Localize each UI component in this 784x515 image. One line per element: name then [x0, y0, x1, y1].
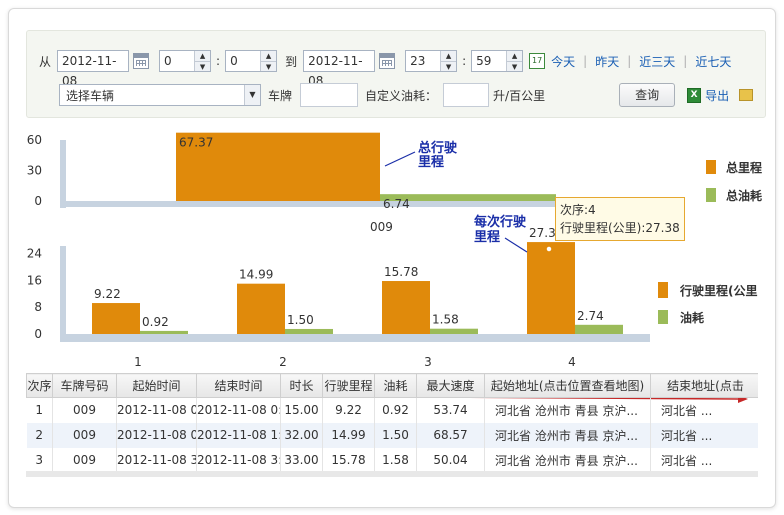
bar-trip-mileage[interactable] [527, 242, 575, 334]
legend-swatch-trip-mileage [658, 282, 668, 298]
annotation-pointer [504, 237, 528, 253]
data-label: 14.99 [239, 268, 273, 282]
y-tick-label: 30 [27, 164, 42, 178]
x-tick-label: 4 [568, 355, 576, 369]
column-header-duration[interactable]: 时长 [280, 373, 323, 398]
cell-duration: 33.00 [280, 447, 323, 473]
y-tick-label: 16 [27, 273, 42, 287]
cell-fuel: 0.92 [374, 397, 417, 423]
annotation-trip-mileage-line1: 每次行驶 [474, 214, 526, 230]
legend-total-fuel: 总油耗 [726, 188, 762, 203]
cell-end-address-link[interactable]: 河北省 ... [650, 447, 758, 473]
cell-start-address-link[interactable]: 河北省 沧州市 青县 京沪... [484, 397, 651, 423]
table-row[interactable]: 1 009 2012-11-08 0 2012-11-08 0:15: 15.0… [26, 397, 758, 423]
legend-trip-mileage: 行驶里程(公里 [679, 283, 758, 298]
y-axis-bar [60, 140, 66, 208]
legend-total-mileage: 总里程 [726, 160, 762, 175]
cell-end-time: 2012-11-08 1:05: [196, 422, 281, 448]
column-header-start-address[interactable]: 起始地址(点击位置查看地图) [484, 373, 651, 398]
cell-plate: 009 [52, 397, 117, 423]
cell-max-speed: 53.74 [416, 397, 485, 423]
cell-max-speed: 68.57 [416, 422, 485, 448]
x-axis-bar [60, 334, 650, 342]
x-tick-label: 2 [279, 355, 287, 369]
cell-start-time: 2012-11-08 0 [116, 397, 197, 423]
bar-tooltip: 次序:4 行驶里程(公里):27.38 [555, 197, 685, 241]
data-label: 15.78 [384, 265, 418, 279]
cell-order: 3 [26, 447, 53, 473]
legend-trip-fuel: 油耗 [680, 310, 704, 325]
column-header-mileage[interactable]: 行驶里程 [322, 373, 375, 398]
cell-plate: 009 [52, 422, 117, 448]
cell-fuel: 1.58 [374, 447, 417, 473]
annotation-total-mileage-line1: 总行驶 [418, 140, 457, 156]
data-label: 67.37 [179, 136, 213, 150]
cell-max-speed: 50.04 [416, 447, 485, 473]
bar-trip-fuel[interactable] [285, 328, 333, 334]
tooltip-mileage: 行驶里程(公里):27.38 [560, 221, 680, 235]
column-header-end-address[interactable]: 结束地址(点击 [650, 373, 758, 398]
y-tick-label: 60 [27, 133, 42, 147]
hover-marker [545, 245, 553, 253]
table-header-row: 次序 车牌号码 起始时间 结束时间 时长 行驶里程 油耗 最大速度 起始地址(点… [26, 373, 758, 398]
cell-duration: 32.00 [280, 422, 323, 448]
cell-start-address-link[interactable]: 河北省 沧州市 青县 京沪... [484, 422, 651, 448]
legend-swatch-trip-fuel [658, 310, 668, 324]
y-tick-label: 0 [34, 327, 42, 341]
data-label: 9.22 [94, 287, 121, 301]
cell-end-time: 2012-11-08 3:34: [196, 447, 281, 473]
cell-mileage: 9.22 [322, 397, 375, 423]
x-tick-label: 3 [424, 355, 432, 369]
column-header-start-time[interactable]: 起始时间 [116, 373, 197, 398]
annotation-trip-mileage-line2: 里程 [474, 230, 500, 245]
table-row[interactable]: 3 009 2012-11-08 3 2012-11-08 3:34: 33.0… [26, 447, 758, 473]
bar-trip-mileage[interactable] [237, 283, 285, 334]
cell-mileage: 15.78 [322, 447, 375, 473]
cell-order: 2 [26, 422, 53, 448]
bar-trip-fuel[interactable] [430, 328, 478, 334]
legend-swatch-total-fuel [706, 188, 716, 202]
x-tick-label: 1 [134, 355, 142, 369]
column-header-max-speed[interactable]: 最大速度 [416, 373, 485, 398]
cell-plate: 009 [52, 447, 117, 473]
data-label: 0.92 [142, 315, 169, 329]
cell-duration: 15.00 [280, 397, 323, 423]
trips-table: 次序 车牌号码 起始时间 结束时间 时长 行驶里程 油耗 最大速度 起始地址(点… [26, 373, 758, 473]
column-header-end-time[interactable]: 结束时间 [196, 373, 281, 398]
cell-end-time: 2012-11-08 0:15: [196, 397, 281, 423]
table-row[interactable]: 2 009 2012-11-08 0 2012-11-08 1:05: 32.0… [26, 422, 758, 448]
annotation-total-mileage-line2: 里程 [418, 155, 444, 170]
x-tick-label: 009 [370, 220, 393, 234]
y-tick-label: 24 [27, 246, 42, 260]
cell-mileage: 14.99 [322, 422, 375, 448]
bar-trip-fuel[interactable] [140, 330, 188, 334]
cell-start-time: 2012-11-08 3 [116, 447, 197, 473]
column-header-fuel[interactable]: 油耗 [374, 373, 417, 398]
data-label: 1.50 [287, 313, 314, 327]
data-label: 1.58 [432, 313, 459, 327]
cell-order: 1 [26, 397, 53, 423]
column-header-plate[interactable]: 车牌号码 [52, 373, 117, 398]
bar-trip-mileage[interactable] [92, 303, 140, 334]
y-tick-label: 0 [34, 194, 42, 208]
bar-trip-mileage[interactable] [382, 281, 430, 334]
cell-fuel: 1.50 [374, 422, 417, 448]
bar-trip-fuel[interactable] [575, 324, 623, 334]
cell-start-time: 2012-11-08 0 [116, 422, 197, 448]
tooltip-order: 次序:4 [560, 203, 596, 217]
data-label: 6.74 [383, 197, 410, 211]
cell-end-address-link[interactable]: 河北省 ... [650, 422, 758, 448]
legend-swatch-total-mileage [706, 160, 716, 174]
y-axis-bar [60, 246, 66, 342]
table-horizontal-scrollbar[interactable] [26, 471, 758, 477]
cell-start-address-link[interactable]: 河北省 沧州市 青县 京沪... [484, 447, 651, 473]
annotation-pointer [384, 151, 416, 167]
y-tick-label: 8 [34, 300, 42, 314]
cell-end-address-link[interactable]: 河北省 ... [650, 397, 758, 423]
data-label: 2.74 [577, 309, 604, 323]
column-header-order[interactable]: 次序 [26, 373, 53, 398]
